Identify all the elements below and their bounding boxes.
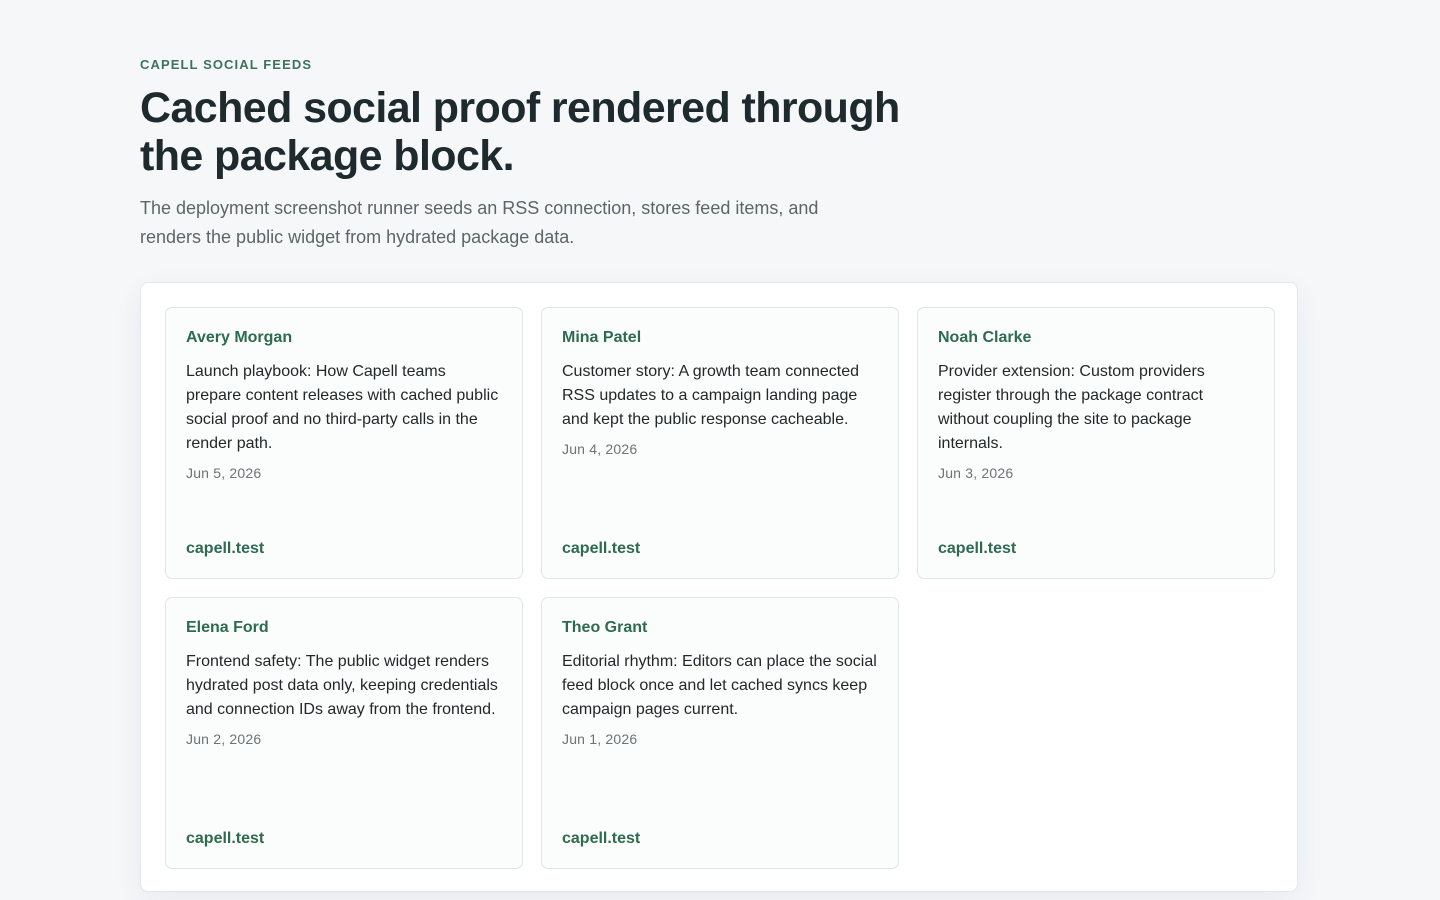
page-title: Cached social proof rendered through the… xyxy=(140,84,900,180)
post-author: Avery Morgan xyxy=(186,329,293,346)
post-date: Jun 2, 2026 xyxy=(186,731,262,747)
post-date: Jun 1, 2026 xyxy=(562,731,638,747)
social-feed-widget: Avery Morgan Launch playbook: How Capell… xyxy=(140,282,1298,892)
post-text: Customer story: A growth team connected … xyxy=(562,363,860,428)
post-card: Avery Morgan Launch playbook: How Capell… xyxy=(165,307,523,579)
post-source-link[interactable]: capell.test xyxy=(562,829,640,849)
post-source-link[interactable]: capell.test xyxy=(186,829,264,849)
post-source-link[interactable]: capell.test xyxy=(186,539,264,559)
post-card: Theo Grant Editorial rhythm: Editors can… xyxy=(541,597,899,869)
post-author: Noah Clarke xyxy=(938,329,1032,346)
post-source-link[interactable]: capell.test xyxy=(938,539,1016,559)
post-source-link[interactable]: capell.test xyxy=(562,539,640,559)
post-date: Jun 4, 2026 xyxy=(562,441,638,457)
post-grid: Avery Morgan Launch playbook: How Capell… xyxy=(165,307,1275,869)
post-author: Theo Grant xyxy=(562,619,648,636)
page-subtitle: The deployment screenshot runner seeds a… xyxy=(140,198,819,247)
post-date: Jun 5, 2026 xyxy=(186,465,262,481)
page-header: CAPELL SOCIAL FEEDS Cached social proof … xyxy=(140,56,900,252)
post-date: Jun 3, 2026 xyxy=(938,465,1014,481)
post-text: Provider extension: Custom providers reg… xyxy=(938,363,1205,452)
post-text: Editorial rhythm: Editors can place the … xyxy=(562,653,877,718)
post-author: Elena Ford xyxy=(186,619,269,636)
post-card: Noah Clarke Provider extension: Custom p… xyxy=(917,307,1275,579)
post-author: Mina Patel xyxy=(562,329,642,346)
post-text: Frontend safety: The public widget rende… xyxy=(186,653,498,718)
eyebrow-label: CAPELL SOCIAL FEEDS xyxy=(140,57,313,72)
post-text: Launch playbook: How Capell teams prepar… xyxy=(186,363,499,452)
post-card: Elena Ford Frontend safety: The public w… xyxy=(165,597,523,869)
page: CAPELL SOCIAL FEEDS Cached social proof … xyxy=(0,0,1440,900)
post-card: Mina Patel Customer story: A growth team… xyxy=(541,307,899,579)
